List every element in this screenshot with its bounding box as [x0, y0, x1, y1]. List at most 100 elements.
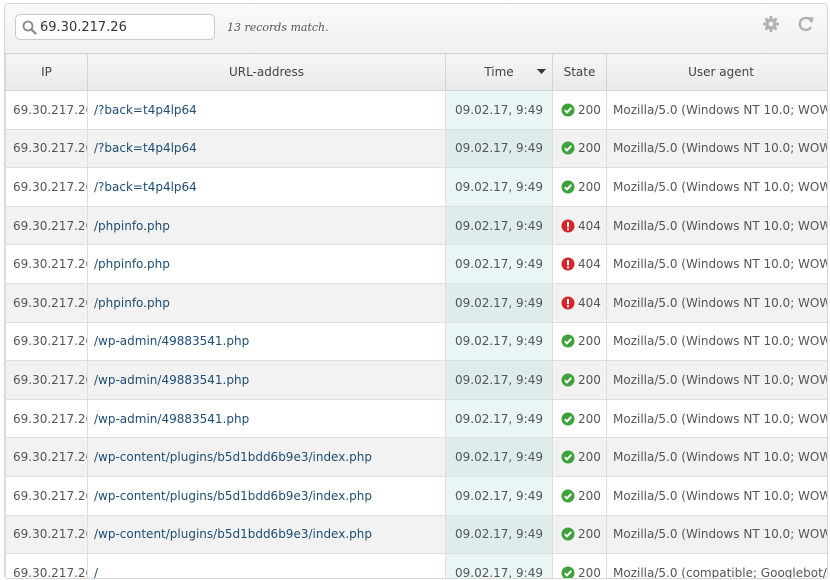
cell-time: 09.02.17, 9:49	[445, 553, 553, 578]
status-code: 200	[578, 102, 601, 117]
cell-user-agent: Mozilla/5.0 (Windows NT 10.0; WOW64)	[606, 321, 827, 362]
match-count: 13 records match.	[227, 21, 329, 34]
cell-state: 200	[552, 437, 607, 477]
cell-state: 200	[552, 167, 607, 207]
cell-ip: 69.30.217.26	[5, 128, 88, 169]
cell-user-agent: Mozilla/5.0 (Windows NT 10.0; WOW64)	[606, 475, 827, 516]
gear-icon[interactable]	[762, 15, 780, 33]
table-header-row: IP URL-address Time State User agent	[5, 53, 827, 91]
status-code: 200	[578, 488, 601, 503]
column-header-state[interactable]: State	[552, 53, 607, 91]
table-row[interactable]: 69.30.217.26/?back=t4p4lp64 09.02.17, 9:4…	[5, 167, 827, 207]
cell-user-agent: Mozilla/5.0 (Windows NT 10.0; WOW64)	[606, 90, 827, 130]
status-code: 200	[578, 450, 601, 465]
cell-url[interactable]: /wp-content/plugins/b5d1bdd6b9e3/index.p…	[87, 514, 446, 555]
status-ok-icon	[561, 527, 575, 541]
status-error-icon	[561, 219, 575, 233]
cell-url[interactable]: /wp-content/plugins/b5d1bdd6b9e3/index.p…	[87, 475, 446, 516]
cell-user-agent: Mozilla/5.0 (Windows NT 10.0; WOW64)	[606, 205, 827, 246]
cell-ip: 69.30.217.26	[5, 475, 88, 516]
cell-user-agent: Mozilla/5.0 (Windows NT 10.0; WOW64)	[606, 282, 827, 323]
table-row[interactable]: 69.30.217.26/wp-admin/49883541.php 09.02.…	[5, 321, 827, 362]
column-header-time[interactable]: Time	[445, 53, 553, 91]
status-code: 200	[578, 179, 601, 194]
log-table: IP URL-address Time State User agent 69.…	[5, 53, 827, 578]
cell-user-agent: Mozilla/5.0 (Windows NT 10.0; WOW64)	[606, 244, 827, 284]
cell-url[interactable]: /?back=t4p4lp64	[87, 167, 446, 207]
table-row[interactable]: 69.30.217.26/wp-content/plugins/b5d1bdd6…	[5, 475, 827, 516]
status-code: 200	[578, 527, 601, 542]
cell-url[interactable]: /wp-admin/49883541.php	[87, 360, 446, 400]
cell-state: 200	[552, 398, 607, 439]
cell-ip: 69.30.217.26	[5, 553, 88, 578]
status-ok-icon	[561, 373, 575, 387]
cell-ip: 69.30.217.26	[5, 205, 88, 246]
cell-url[interactable]: /phpinfo.php	[87, 282, 446, 323]
status-error-icon	[561, 296, 575, 310]
column-header-time-label: Time	[484, 65, 514, 79]
table-row[interactable]: 69.30.217.26/?back=t4p4lp64 09.02.17, 9:4…	[5, 128, 827, 169]
cell-url[interactable]: /?back=t4p4lp64	[87, 90, 446, 130]
cell-time: 09.02.17, 9:49	[445, 167, 553, 207]
cell-ip: 69.30.217.26	[5, 90, 88, 130]
table-row[interactable]: 69.30.217.26/phpinfo.php 09.02.17, 9:49 40…	[5, 205, 827, 246]
cell-ip: 69.30.217.26	[5, 244, 88, 284]
cell-ip: 69.30.217.26	[5, 360, 88, 400]
cell-ip: 69.30.217.26	[5, 321, 88, 362]
cell-url[interactable]: /?back=t4p4lp64	[87, 128, 446, 169]
table-row[interactable]: 69.30.217.26/phpinfo.php 09.02.17, 9:49 40…	[5, 282, 827, 323]
cell-time: 09.02.17, 9:49	[445, 128, 553, 169]
column-header-ip[interactable]: IP	[5, 53, 88, 91]
cell-url[interactable]: /wp-content/plugins/b5d1bdd6b9e3/index.p…	[87, 437, 446, 477]
cell-user-agent: Mozilla/5.0 (Windows NT 10.0; WOW64)	[606, 360, 827, 400]
search-icon	[22, 20, 37, 35]
status-code: 404	[578, 295, 601, 310]
status-ok-icon	[561, 180, 575, 194]
cell-url[interactable]: /	[87, 553, 446, 578]
table-row[interactable]: 69.30.217.26/09.02.17, 9:49 200 Mozilla/5.…	[5, 553, 827, 578]
cell-time: 09.02.17, 9:49	[445, 475, 553, 516]
cell-state: 404	[552, 244, 607, 284]
table-row[interactable]: 69.30.217.26/wp-admin/49883541.php 09.02.…	[5, 398, 827, 439]
status-code: 200	[578, 141, 601, 156]
cell-time: 09.02.17, 9:49	[445, 514, 553, 555]
status-ok-icon	[561, 489, 575, 503]
table-row[interactable]: 69.30.217.26/wp-content/plugins/b5d1bdd6…	[5, 437, 827, 477]
status-code: 200	[578, 372, 601, 387]
cell-url[interactable]: /wp-admin/49883541.php	[87, 398, 446, 439]
cell-user-agent: Mozilla/5.0 (compatible; Googlebot/2.1; …	[606, 553, 827, 578]
cell-ip: 69.30.217.26	[5, 437, 88, 477]
column-header-user-agent[interactable]: User agent	[606, 53, 827, 91]
search-box[interactable]	[15, 14, 215, 40]
cell-time: 09.02.17, 9:49	[445, 321, 553, 362]
status-ok-icon	[561, 450, 575, 464]
status-ok-icon	[561, 566, 575, 578]
status-error-icon	[561, 257, 575, 271]
table-row[interactable]: 69.30.217.26/wp-content/plugins/b5d1bdd6…	[5, 514, 827, 555]
cell-time: 09.02.17, 9:49	[445, 282, 553, 323]
cell-state: 200	[552, 475, 607, 516]
status-ok-icon	[561, 334, 575, 348]
status-code: 404	[578, 218, 601, 233]
cell-url[interactable]: /wp-admin/49883541.php	[87, 321, 446, 362]
cell-time: 09.02.17, 9:49	[445, 360, 553, 400]
sort-descending-icon	[537, 69, 546, 74]
cell-state: 200	[552, 553, 607, 578]
cell-state: 200	[552, 90, 607, 130]
cell-ip: 69.30.217.26	[5, 514, 88, 555]
table-row[interactable]: 69.30.217.26/wp-admin/49883541.php 09.02.…	[5, 360, 827, 400]
cell-user-agent: Mozilla/5.0 (Windows NT 10.0; WOW64)	[606, 167, 827, 207]
cell-time: 09.02.17, 9:49	[445, 205, 553, 246]
table-row[interactable]: 69.30.217.26/phpinfo.php 09.02.17, 9:49 40…	[5, 244, 827, 284]
search-input[interactable]	[40, 17, 210, 37]
status-ok-icon	[561, 103, 575, 117]
column-header-url[interactable]: URL-address	[87, 53, 446, 91]
cell-state: 200	[552, 128, 607, 169]
cell-url[interactable]: /phpinfo.php	[87, 244, 446, 284]
log-table-container[interactable]: IP URL-address Time State User agent 69.…	[5, 53, 827, 578]
log-panel: 13 records match.	[4, 3, 828, 579]
refresh-icon[interactable]	[797, 15, 815, 33]
cell-url[interactable]: /phpinfo.php	[87, 205, 446, 246]
table-row[interactable]: 69.30.217.26/?back=t4p4lp64 09.02.17, 9:4…	[5, 90, 827, 130]
cell-user-agent: Mozilla/5.0 (Windows NT 10.0; WOW64)	[606, 398, 827, 439]
